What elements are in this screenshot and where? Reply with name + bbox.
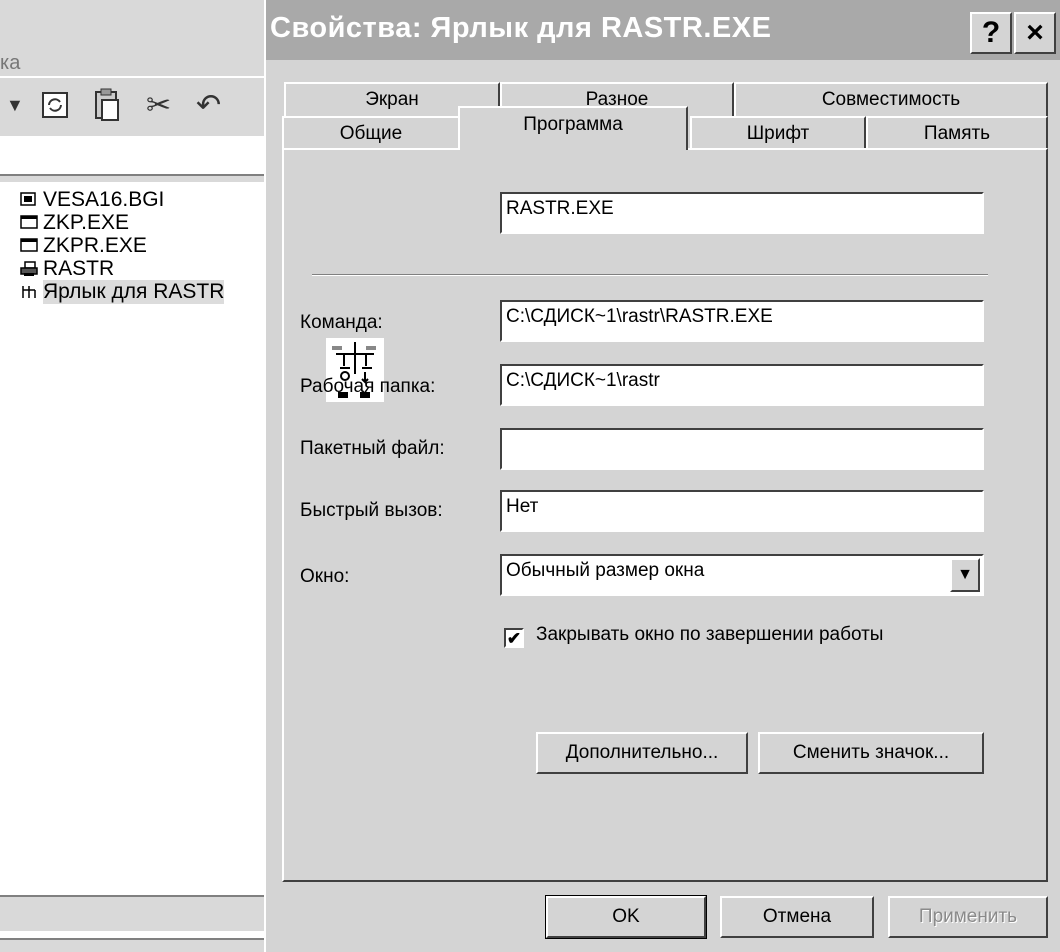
explorer-separator: [0, 176, 264, 182]
tab-panel-program: RASTR.EXE Команда: C:\СДИСК~1\rastr\RAST…: [282, 148, 1048, 882]
change-icon-button-label: Сменить значок...: [792, 742, 950, 763]
working-folder-label: Рабочая папка:: [300, 376, 436, 397]
file-name: VESA16.BGI: [43, 187, 165, 211]
tab-memory[interactable]: Память: [866, 116, 1048, 150]
cancel-button[interactable]: Отмена: [720, 896, 874, 938]
shortcut-icon: [20, 284, 40, 300]
explorer-bottom-bar: [0, 938, 264, 952]
chevron-down-icon: ▼: [957, 566, 973, 583]
tab-label: Совместимость: [821, 89, 961, 110]
window-select[interactable]: Обычный размер окна ▼: [500, 554, 984, 596]
command-label: Команда:: [300, 312, 383, 333]
paste-icon[interactable]: [92, 88, 122, 122]
tab-label: Шрифт: [746, 123, 810, 144]
window-select-value: Обычный размер окна: [506, 560, 705, 581]
tab-general[interactable]: Общие: [282, 116, 460, 150]
cancel-button-label: Отмена: [762, 906, 832, 927]
printer-pif-icon: [20, 260, 40, 277]
file-list: VESA16.BGI ZKP.EXE ZKPR.EXE RASTR Ярлык …: [20, 188, 225, 304]
tab-label: Память: [923, 123, 991, 144]
window-app-icon: [20, 214, 40, 231]
tab-program[interactable]: Программа: [458, 106, 688, 150]
working-folder-field[interactable]: C:\СДИСК~1\rastr: [500, 364, 984, 406]
separator-line: [312, 274, 988, 276]
file-name: ZKPR.EXE: [43, 233, 147, 257]
explorer-status-bar: [0, 895, 264, 931]
advanced-button-label: Дополнительно...: [565, 742, 719, 763]
tab-label: Общие: [339, 123, 403, 144]
explorer-address-bar[interactable]: [0, 136, 264, 176]
tab-font[interactable]: Шрифт: [690, 116, 866, 150]
dropdown-arrow-button[interactable]: ▼: [950, 558, 980, 592]
explorer-title-bar: [0, 0, 264, 37]
explorer-window: ка ▼ ✂ ↶ VESA16.BGI ZKP.EXE ZKPR.EXE RAS…: [0, 0, 264, 952]
close-on-exit-label[interactable]: Закрывать окно по завершении работы: [536, 624, 883, 646]
tab-label: Экран: [365, 89, 419, 110]
properties-dialog: Свойства: Ярлык для RASTR.EXE ? × Экран …: [266, 0, 1060, 952]
file-name: RASTR: [43, 256, 115, 280]
batch-file-field[interactable]: [500, 428, 984, 470]
settings-file-icon: [20, 191, 40, 208]
refresh-icon[interactable]: [40, 88, 70, 122]
list-item[interactable]: Ярлык для RASTR: [20, 279, 225, 304]
list-item[interactable]: VESA16.BGI: [20, 188, 224, 211]
explorer-toolbar: ▼ ✂ ↶: [0, 76, 264, 138]
apply-button[interactable]: Применить: [888, 896, 1048, 938]
close-button[interactable]: ×: [1014, 12, 1056, 54]
dropdown-arrow-icon[interactable]: ▼: [6, 88, 24, 122]
window-app-icon: [20, 237, 40, 254]
ok-button-label: OK: [612, 906, 640, 927]
cut-icon[interactable]: ✂: [146, 88, 171, 122]
ok-button[interactable]: OK: [545, 895, 707, 939]
tab-label: Программа: [523, 114, 623, 135]
change-icon-button[interactable]: Сменить значок...: [758, 732, 984, 774]
list-item[interactable]: ZKPR.EXE: [20, 234, 224, 257]
hotkey-label: Быстрый вызов:: [300, 500, 443, 521]
file-name: Ярлык для RASTR: [43, 279, 225, 304]
close-on-exit-checkbox[interactable]: ✔: [504, 628, 524, 648]
help-button[interactable]: ?: [970, 12, 1012, 54]
window-label: Окно:: [300, 566, 350, 587]
list-item[interactable]: RASTR: [20, 257, 224, 280]
command-field[interactable]: C:\СДИСК~1\rastr\RASTR.EXE: [500, 300, 984, 342]
batch-file-label: Пакетный файл:: [300, 438, 445, 459]
explorer-menu-item[interactable]: ка: [0, 52, 20, 75]
program-name-field[interactable]: RASTR.EXE: [500, 192, 984, 234]
undo-icon[interactable]: ↶: [196, 88, 221, 122]
hotkey-field[interactable]: Нет: [500, 490, 984, 532]
apply-button-label: Применить: [918, 906, 1018, 927]
help-icon: ?: [981, 16, 1001, 49]
file-name: ZKP.EXE: [43, 210, 129, 234]
tab-compatibility[interactable]: Совместимость: [734, 82, 1048, 116]
explorer-menu-bar: [0, 36, 264, 76]
dialog-title-bar: Свойства: Ярлык для RASTR.EXE ? ×: [266, 0, 1060, 60]
advanced-button[interactable]: Дополнительно...: [536, 732, 748, 774]
dialog-title: Свойства: Ярлык для RASTR.EXE: [270, 12, 772, 44]
checkmark-icon: ✔: [506, 628, 522, 648]
close-icon: ×: [1026, 16, 1044, 49]
list-item[interactable]: ZKP.EXE: [20, 211, 224, 234]
